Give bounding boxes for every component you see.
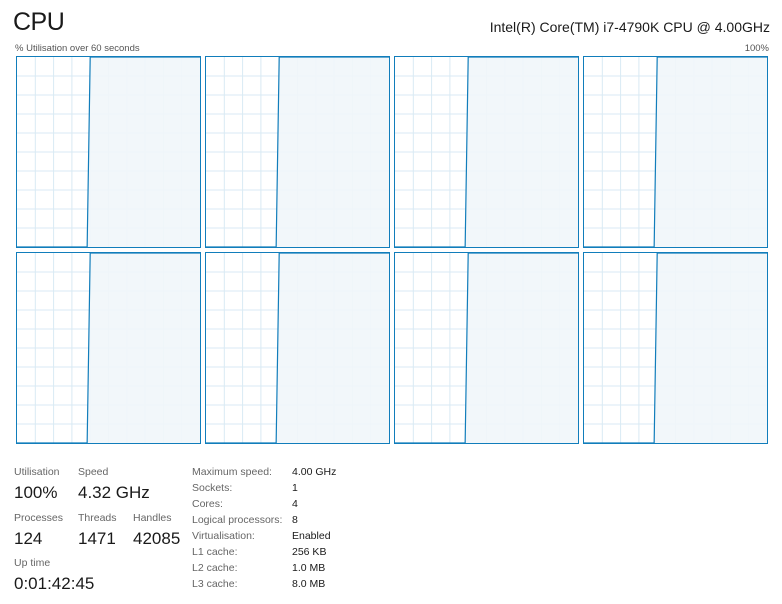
core-graph-5[interactable] [205, 252, 390, 444]
threads-label: Threads [78, 512, 117, 524]
uptime-value: 0:01:42:45 [14, 574, 95, 593]
spec-label-cores: Cores: [192, 498, 223, 510]
threads-value: 1471 [78, 529, 116, 548]
core-graph-canvas [17, 57, 200, 247]
core-graph-canvas [17, 253, 200, 443]
spec-label-l3-cache: L3 cache: [192, 578, 238, 590]
spec-value-max-speed: 4.00 GHz [292, 466, 337, 478]
core-graph-canvas [395, 253, 578, 443]
spec-value-l3-cache: 8.0 MB [292, 578, 326, 590]
utilisation-value: 100% [14, 483, 58, 502]
core-graph-7[interactable] [583, 252, 768, 444]
core-graph-canvas [206, 57, 389, 247]
spec-value-cores: 4 [292, 498, 298, 510]
spec-label-logical-processors: Logical processors: [192, 514, 283, 526]
spec-label-max-speed: Maximum speed: [192, 466, 272, 478]
logical-processor-graphs[interactable] [16, 56, 769, 445]
graph-max-label: 100% [744, 43, 769, 54]
core-graph-4[interactable] [16, 252, 201, 444]
page-title: CPU [13, 8, 65, 36]
spec-label-virtualisation: Virtualisation: [192, 530, 255, 542]
uptime-label: Up time [14, 557, 51, 569]
spec-label-l1-cache: L1 cache: [192, 546, 238, 558]
core-graph-canvas [395, 57, 578, 247]
utilisation-label: Utilisation [14, 466, 60, 478]
core-graph-2[interactable] [394, 56, 579, 248]
processes-value: 124 [14, 529, 43, 548]
handles-value: 42085 [133, 529, 181, 548]
handles-label: Handles [133, 512, 172, 524]
core-graph-canvas [206, 253, 389, 443]
cpu-model-name: Intel(R) Core(TM) i7-4790K CPU @ 4.00GHz [489, 19, 770, 35]
spec-value-virtualisation: Enabled [292, 530, 331, 542]
spec-value-logical-processors: 8 [292, 514, 298, 526]
spec-value-sockets: 1 [292, 482, 298, 494]
core-graph-canvas [584, 57, 767, 247]
core-graph-3[interactable] [583, 56, 768, 248]
graph-axis-label: % Utilisation over 60 seconds [15, 43, 140, 54]
speed-label: Speed [78, 466, 109, 478]
spec-value-l1-cache: 256 KB [292, 546, 327, 558]
processes-label: Processes [14, 512, 64, 524]
core-graph-6[interactable] [394, 252, 579, 444]
spec-value-l2-cache: 1.0 MB [292, 562, 326, 574]
spec-label-sockets: Sockets: [192, 482, 233, 494]
speed-value: 4.32 GHz [78, 483, 150, 502]
core-graph-canvas [584, 253, 767, 443]
cpu-stats: Utilisation 100% Speed 4.32 GHz Processe… [14, 466, 774, 601]
spec-label-l2-cache: L2 cache: [192, 562, 238, 574]
core-graph-1[interactable] [205, 56, 390, 248]
core-graph-0[interactable] [16, 56, 201, 248]
